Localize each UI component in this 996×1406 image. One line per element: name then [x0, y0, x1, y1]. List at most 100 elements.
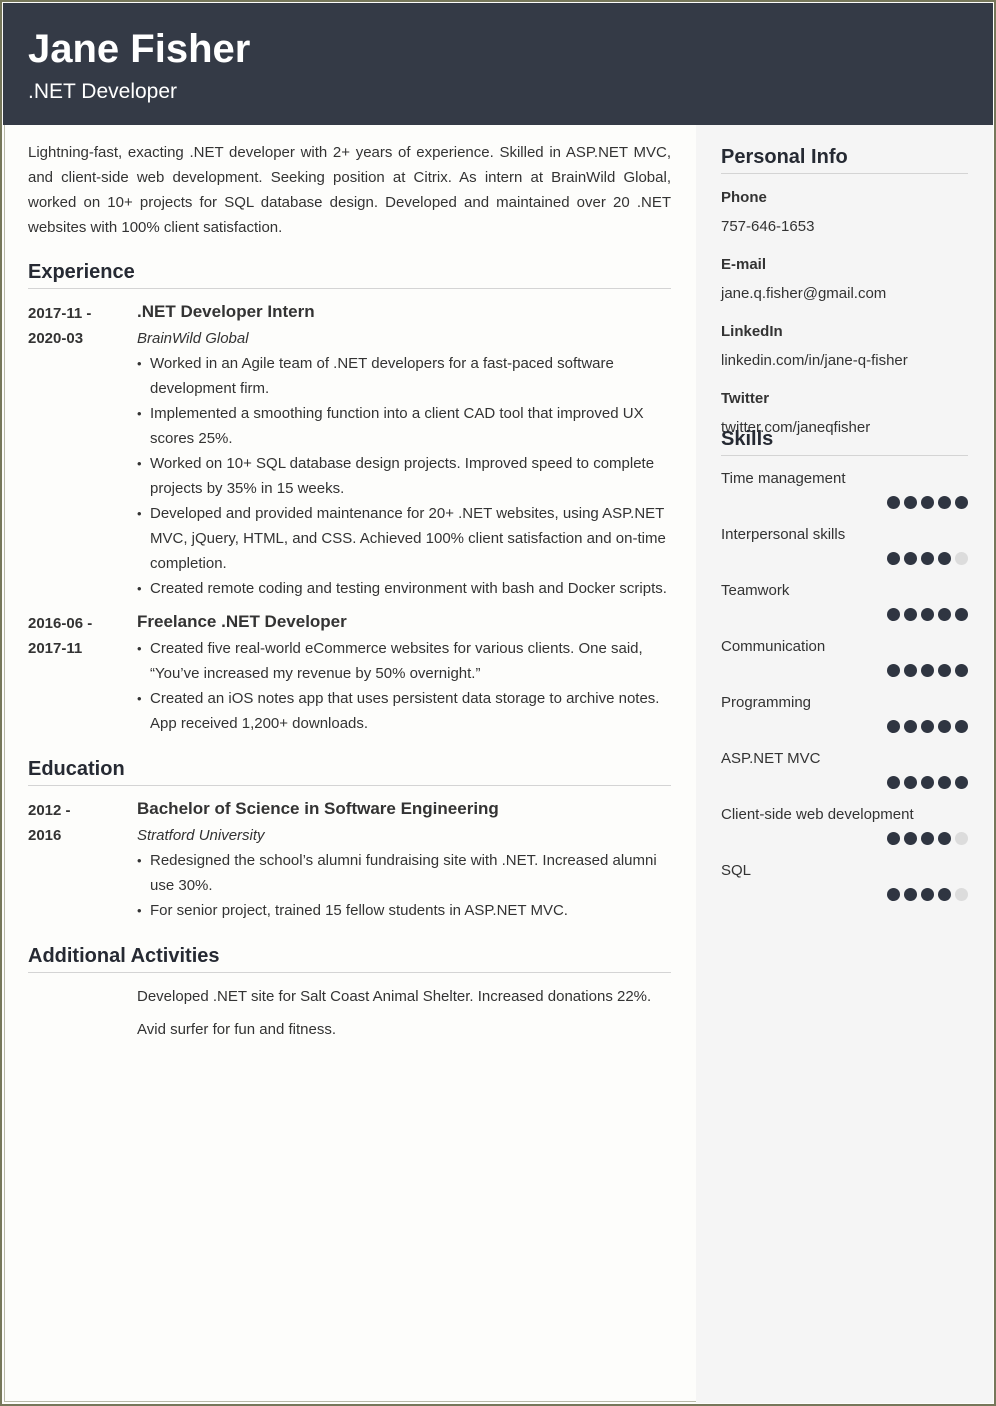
- bullet-icon: •: [137, 903, 142, 918]
- personal-info-section: Personal Info Phone 757-646-1653 E-mail …: [721, 144, 968, 438]
- bullet-text: Worked on 10+ SQL database design projec…: [150, 455, 655, 497]
- bullet-icon: •: [137, 456, 142, 471]
- rating-dot-filled-icon: [921, 832, 934, 845]
- bullet-text: Implemented a smoothing function into a …: [150, 405, 644, 447]
- skill-item: ASP.NET MVC: [721, 749, 968, 789]
- bullet-text: For senior project, trained 15 fellow st…: [150, 902, 568, 919]
- date-start: 2012 -: [28, 802, 71, 819]
- info-linkedin: LinkedIn linkedin.com/in/jane-q-fisher: [721, 322, 968, 371]
- bullet-icon: •: [137, 853, 142, 868]
- entry-body: Bachelor of Science in Software Engineer…: [137, 796, 671, 923]
- rating-dot-filled-icon: [921, 888, 934, 901]
- rating-dot-filled-icon: [938, 776, 951, 789]
- activity-item: Avid surfer for fun and fitness.: [137, 1021, 336, 1038]
- rating-dot-filled-icon: [938, 552, 951, 565]
- resume-header: Jane Fisher .NET Developer: [3, 3, 993, 125]
- rating-dot-filled-icon: [938, 720, 951, 733]
- info-phone: Phone 757-646-1653: [721, 188, 968, 237]
- experience-heading: Experience: [28, 259, 671, 289]
- skill-name: Interpersonal skills: [721, 526, 846, 543]
- activity-item: Developed .NET site for Salt Coast Anima…: [137, 988, 652, 1005]
- rating-dot-filled-icon: [904, 832, 917, 845]
- info-value[interactable]: 757-646-1653: [721, 217, 968, 237]
- rating-dot-filled-icon: [887, 496, 900, 509]
- job-title: .NET Developer Intern: [137, 302, 315, 321]
- list-item: • Implemented a smoothing function into a…: [137, 401, 671, 451]
- bullet-text: Developed and provided maintenance for 2…: [150, 505, 666, 572]
- job-title: Freelance .NET Developer: [137, 612, 347, 631]
- list-item: • Created an iOS notes app that uses pers…: [137, 686, 671, 736]
- rating-dot-filled-icon: [921, 552, 934, 565]
- activities-section: Additional Activities Developed .NET sit…: [28, 943, 671, 1042]
- rating-dot-filled-icon: [887, 608, 900, 621]
- bullet-text: Worked in an Agile team of .NET develope…: [150, 355, 614, 397]
- experience-section: Experience 2017-11 - 2020-03 .NET Develo…: [28, 259, 671, 736]
- skill-item: Time management: [721, 469, 968, 509]
- rating-dot-empty-icon: [955, 832, 968, 845]
- info-value[interactable]: jane.q.fisher@gmail.com: [721, 284, 968, 304]
- experience-entry: 2016-06 - 2017-11 Freelance .NET Develop…: [28, 609, 671, 736]
- date-end: 2020-03: [28, 330, 84, 347]
- rating-dot-empty-icon: [955, 888, 968, 901]
- candidate-name: Jane Fisher: [28, 27, 251, 71]
- rating-dot-filled-icon: [887, 776, 900, 789]
- bullet-list: • Worked in an Agile team of .NET develop…: [137, 351, 671, 601]
- bullet-icon: •: [137, 581, 142, 596]
- date-end: 2017-11: [28, 640, 83, 657]
- skill-name: Programming: [721, 694, 812, 711]
- entry-body: Freelance .NET Developer • Created five r…: [137, 609, 671, 736]
- skill-item: Programming: [721, 693, 968, 733]
- rating-dot-filled-icon: [955, 608, 968, 621]
- list-item: • Redesigned the school’s alumni fundrais…: [137, 848, 671, 898]
- employer: BrainWild Global: [137, 330, 249, 347]
- rating-dot-filled-icon: [904, 888, 917, 901]
- entry-dates: 2017-11 - 2020-03: [28, 299, 137, 601]
- rating-dot-filled-icon: [887, 552, 900, 565]
- summary-text: Lightning-fast, exacting .NET developer …: [28, 144, 671, 236]
- skill-item: Teamwork: [721, 581, 968, 621]
- bullet-icon: •: [137, 641, 142, 656]
- skill-rating: [721, 496, 968, 509]
- skill-rating: [721, 776, 968, 789]
- skills-list: Time management Interpersonal skills Teamw…: [721, 469, 968, 901]
- skill-rating: [721, 832, 968, 845]
- bullet-text: Created remote coding and testing enviro…: [150, 580, 667, 597]
- rating-dot-filled-icon: [921, 608, 934, 621]
- skills-section: Skills Time management Interpersonal skil…: [721, 426, 968, 901]
- info-label: E-mail: [721, 256, 767, 273]
- skill-name: SQL: [721, 862, 752, 879]
- skill-name: ASP.NET MVC: [721, 750, 821, 767]
- info-label: Phone: [721, 189, 767, 206]
- skill-rating: [721, 664, 968, 677]
- info-value[interactable]: linkedin.com/in/jane-q-fisher: [721, 351, 968, 371]
- rating-dot-filled-icon: [887, 664, 900, 677]
- bullet-icon: •: [137, 506, 142, 521]
- rating-dot-filled-icon: [955, 664, 968, 677]
- bullet-text: Created an iOS notes app that uses persi…: [150, 690, 660, 732]
- rating-dot-filled-icon: [904, 552, 917, 565]
- skill-item: Client-side web development: [721, 805, 968, 845]
- rating-dot-filled-icon: [904, 608, 917, 621]
- rating-dot-filled-icon: [921, 776, 934, 789]
- list-item: • Worked on 10+ SQL database design proje…: [137, 451, 671, 501]
- entry-dates: 2016-06 - 2017-11: [28, 609, 137, 736]
- rating-dot-filled-icon: [921, 664, 934, 677]
- info-label: LinkedIn: [721, 323, 783, 340]
- entry-dates: 2012 - 2016: [28, 796, 137, 923]
- skill-rating: [721, 720, 968, 733]
- bullet-text: Created five real-world eCommerce websit…: [150, 640, 643, 682]
- skill-rating: [721, 608, 968, 621]
- rating-dot-filled-icon: [938, 832, 951, 845]
- personal-info-heading: Personal Info: [721, 144, 968, 174]
- list-item: • Worked in an Agile team of .NET develop…: [137, 351, 671, 401]
- entry-body: .NET Developer Intern BrainWild Global •…: [137, 299, 671, 601]
- list-item: • For senior project, trained 15 fellow s…: [137, 898, 671, 923]
- experience-entry: 2017-11 - 2020-03 .NET Developer Intern …: [28, 299, 671, 601]
- list-item: • Created remote coding and testing envir…: [137, 576, 671, 601]
- rating-dot-empty-icon: [955, 552, 968, 565]
- info-label: Twitter: [721, 390, 770, 407]
- skill-rating: [721, 552, 968, 565]
- rating-dot-filled-icon: [904, 664, 917, 677]
- skill-name: Teamwork: [721, 582, 790, 599]
- rating-dot-filled-icon: [921, 496, 934, 509]
